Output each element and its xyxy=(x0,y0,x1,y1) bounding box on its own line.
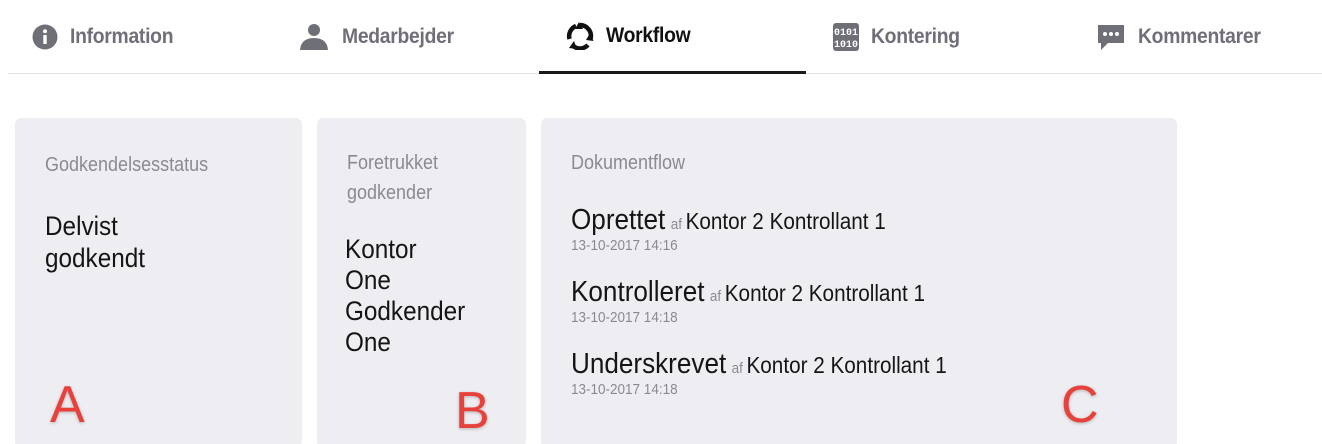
flow-action: Kontrolleret xyxy=(571,276,705,308)
document-flow-label: Dokumentflow xyxy=(571,152,686,174)
marker-b: B xyxy=(455,382,490,440)
flow-timestamp: 13-10-2017 14:16 xyxy=(571,237,678,254)
tab-label: Kontering xyxy=(871,25,960,48)
preferred-approver-card: Foretrukket godkender Kontor One Godkend… xyxy=(317,118,526,444)
approval-status-value-line: Delvist xyxy=(45,211,118,241)
flow-entry: Underskrevet af Kontor 2 Kontrollant 1 13-… xyxy=(571,348,947,399)
document-flow-card: Dokumentflow Oprettet af Kontor 2 Kontroll… xyxy=(541,118,1177,444)
flow-user: Kontor 2 Kontrollant 1 xyxy=(746,352,947,378)
preferred-approver-value-line: One xyxy=(345,327,391,357)
tab-kontering[interactable]: 0101 1010 Kontering xyxy=(833,0,967,74)
binary-icon: 0101 1010 xyxy=(833,23,859,51)
flow-timestamp: 13-10-2017 14:18 xyxy=(571,309,678,326)
preferred-approver-label: Foretrukket godkender xyxy=(347,148,438,208)
approval-status-label: Godkendelsesstatus xyxy=(45,154,209,176)
preferred-approver-label-line: godkender xyxy=(347,182,433,204)
preferred-approver-value-line: Godkender xyxy=(345,296,466,326)
flow-by-word: af xyxy=(709,288,722,305)
approval-status-value-line: godkendt xyxy=(45,243,145,273)
flow-by-word: af xyxy=(731,360,743,377)
approval-status-value: Delvist godkendt xyxy=(45,210,145,274)
preferred-approver-label-line: Foretrukket xyxy=(347,152,439,174)
tab-bar: Information Medarbejder Workflow 0101 101… xyxy=(8,0,1322,74)
tab-workflow[interactable]: Workflow xyxy=(539,0,806,74)
tab-label: Medarbejder xyxy=(342,25,454,48)
flow-user: Kontor 2 Kontrollant 1 xyxy=(724,280,925,306)
svg-text:1010: 1010 xyxy=(834,40,858,51)
info-icon xyxy=(32,24,58,50)
flow-by-word: af xyxy=(670,216,682,233)
marker-c: C xyxy=(1061,376,1099,434)
marker-a: A xyxy=(50,376,85,434)
flow-timestamp: 13-10-2017 14:18 xyxy=(571,381,678,398)
person-icon xyxy=(298,23,330,51)
flow-entry: Oprettet af Kontor 2 Kontrollant 1 13-10-2… xyxy=(571,204,886,255)
comment-icon xyxy=(1096,23,1126,51)
preferred-approver-value: Kontor One Godkender One xyxy=(345,234,465,358)
flow-user: Kontor 2 Kontrollant 1 xyxy=(685,208,886,234)
tab-medarbejder[interactable]: Medarbejder xyxy=(298,0,464,74)
tab-label: Information xyxy=(70,25,174,48)
tab-label: Kommentarer xyxy=(1138,25,1261,48)
flow-action: Oprettet xyxy=(571,204,666,236)
svg-text:0101: 0101 xyxy=(834,28,858,39)
tab-kommentarer[interactable]: Kommentarer xyxy=(1096,0,1271,74)
preferred-approver-value-line: Kontor xyxy=(345,234,417,264)
flow-entry: Kontrolleret af Kontor 2 Kontrollant 1 13-… xyxy=(571,276,925,327)
workflow-icon xyxy=(566,21,594,50)
tab-information[interactable]: Information xyxy=(32,0,182,74)
preferred-approver-value-line: One xyxy=(345,265,391,295)
tab-label: Workflow xyxy=(606,23,691,47)
flow-action: Underskrevet xyxy=(571,348,727,380)
approval-status-card: Godkendelsesstatus Delvist godkendt A xyxy=(15,118,302,444)
